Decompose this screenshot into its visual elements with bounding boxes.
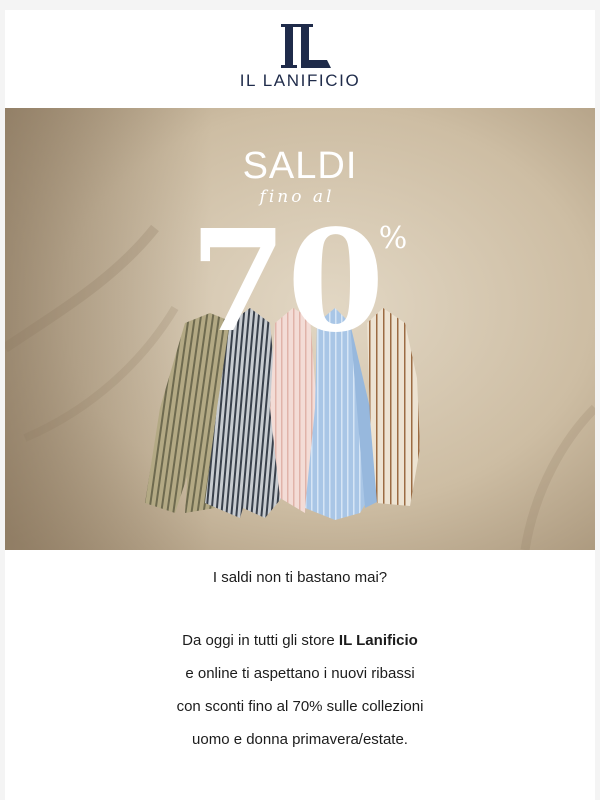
- email-container: IL LANIFICIO SALDI fino al 70 % I saldi …: [5, 10, 595, 800]
- brand-name: IL LANIFICIO: [239, 71, 361, 90]
- brand-logo[interactable]: [275, 20, 335, 78]
- hero-headline: SALDI: [243, 145, 358, 187]
- body-line-1: Da oggi in tutti gli store IL Lanificio: [5, 631, 595, 664]
- hero-image: SALDI fino al 70 %: [5, 108, 595, 550]
- body-line-1-prefix: Da oggi in tutti gli store: [182, 632, 339, 649]
- email-header: IL LANIFICIO: [5, 10, 595, 108]
- body-brand-name: IL Lanificio: [338, 632, 418, 649]
- body-line-3: con sconti fino al 70% sulle collezioni: [176, 698, 424, 715]
- email-body: I saldi non ti bastano mai? Da oggi in t…: [5, 568, 595, 763]
- intro-text: I saldi non ti bastano mai?: [212, 569, 388, 586]
- body-line-2: e online ti aspettano i nuovi ribassi: [185, 665, 415, 682]
- hero-percent-number: 70: [190, 200, 385, 364]
- hero-banner[interactable]: SALDI fino al 70 %: [5, 108, 595, 550]
- hero-percent-sign: %: [379, 221, 408, 256]
- body-line-4: uomo e donna primavera/estate.: [192, 731, 408, 748]
